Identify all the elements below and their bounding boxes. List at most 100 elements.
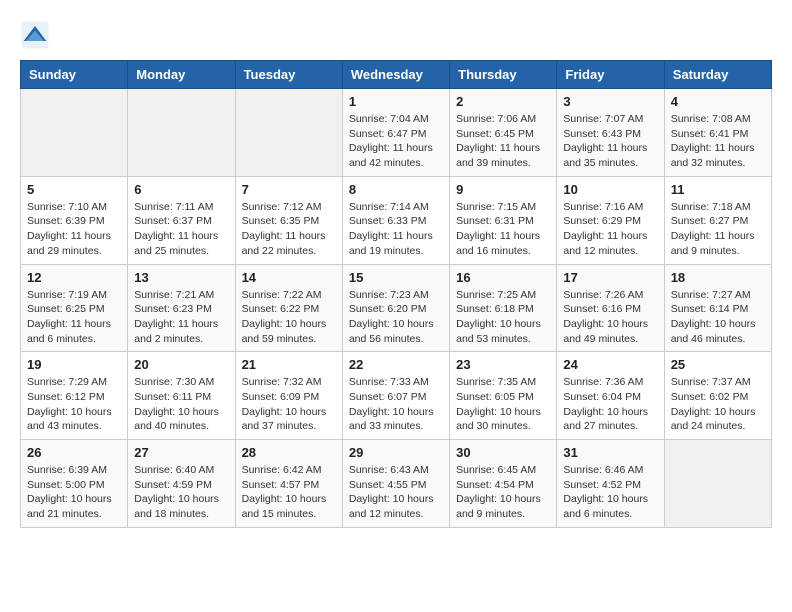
- day-number: 31: [563, 445, 657, 460]
- day-detail: Sunrise: 7:22 AM Sunset: 6:22 PM Dayligh…: [242, 288, 336, 347]
- logo: [20, 20, 54, 50]
- day-detail: Sunrise: 7:35 AM Sunset: 6:05 PM Dayligh…: [456, 375, 550, 434]
- calendar-cell: 21 Sunrise: 7:32 AM Sunset: 6:09 PM Dayli…: [235, 352, 342, 440]
- day-detail: Sunrise: 7:12 AM Sunset: 6:35 PM Dayligh…: [242, 200, 336, 259]
- calendar-cell: 5 Sunrise: 7:10 AM Sunset: 6:39 PM Daylig…: [21, 176, 128, 264]
- calendar-cell: 25 Sunrise: 7:37 AM Sunset: 6:02 PM Dayli…: [664, 352, 771, 440]
- page-header: [20, 20, 772, 50]
- calendar-cell: 31 Sunrise: 6:46 AM Sunset: 4:52 PM Dayli…: [557, 440, 664, 528]
- day-number: 17: [563, 270, 657, 285]
- day-number: 26: [27, 445, 121, 460]
- day-number: 18: [671, 270, 765, 285]
- day-number: 20: [134, 357, 228, 372]
- calendar-week-row: 12 Sunrise: 7:19 AM Sunset: 6:25 PM Dayli…: [21, 264, 772, 352]
- day-detail: Sunrise: 6:46 AM Sunset: 4:52 PM Dayligh…: [563, 463, 657, 522]
- calendar-cell: 27 Sunrise: 6:40 AM Sunset: 4:59 PM Dayli…: [128, 440, 235, 528]
- calendar-cell: [664, 440, 771, 528]
- calendar-cell: 4Sunrise: 7:08 AM Sunset: 6:41 PM Daylig…: [664, 89, 771, 177]
- calendar-cell: 9Sunrise: 7:15 AM Sunset: 6:31 PM Daylig…: [450, 176, 557, 264]
- calendar-cell: 13 Sunrise: 7:21 AM Sunset: 6:23 PM Dayli…: [128, 264, 235, 352]
- day-number: 24: [563, 357, 657, 372]
- day-number: 13: [134, 270, 228, 285]
- day-header-sunday: Sunday: [21, 61, 128, 89]
- day-number: 29: [349, 445, 443, 460]
- calendar-cell: 11 Sunrise: 7:18 AM Sunset: 6:27 PM Dayli…: [664, 176, 771, 264]
- calendar-week-row: 1Sunrise: 7:04 AM Sunset: 6:47 PM Daylig…: [21, 89, 772, 177]
- day-number: 23: [456, 357, 550, 372]
- day-header-friday: Friday: [557, 61, 664, 89]
- calendar-cell: 20 Sunrise: 7:30 AM Sunset: 6:11 PM Dayli…: [128, 352, 235, 440]
- day-number: 8: [349, 182, 443, 197]
- calendar-cell: 18 Sunrise: 7:27 AM Sunset: 6:14 PM Dayli…: [664, 264, 771, 352]
- day-number: 27: [134, 445, 228, 460]
- calendar-cell: [235, 89, 342, 177]
- day-number: 12: [27, 270, 121, 285]
- day-detail: Sunrise: 7:26 AM Sunset: 6:16 PM Dayligh…: [563, 288, 657, 347]
- day-detail: Sunrise: 7:29 AM Sunset: 6:12 PM Dayligh…: [27, 375, 121, 434]
- day-number: 11: [671, 182, 765, 197]
- day-header-tuesday: Tuesday: [235, 61, 342, 89]
- day-number: 28: [242, 445, 336, 460]
- day-detail: Sunrise: 7:10 AM Sunset: 6:39 PM Dayligh…: [27, 200, 121, 259]
- calendar-cell: 19Sunrise: 7:29 AM Sunset: 6:12 PM Dayli…: [21, 352, 128, 440]
- day-number: 16: [456, 270, 550, 285]
- day-detail: Sunrise: 7:32 AM Sunset: 6:09 PM Dayligh…: [242, 375, 336, 434]
- calendar-cell: 6Sunrise: 7:11 AM Sunset: 6:37 PM Daylig…: [128, 176, 235, 264]
- calendar-cell: 14 Sunrise: 7:22 AM Sunset: 6:22 PM Dayli…: [235, 264, 342, 352]
- calendar-cell: 15Sunrise: 7:23 AM Sunset: 6:20 PM Dayli…: [342, 264, 449, 352]
- calendar-cell: 8 Sunrise: 7:14 AM Sunset: 6:33 PM Daylig…: [342, 176, 449, 264]
- day-number: 21: [242, 357, 336, 372]
- day-detail: Sunrise: 7:14 AM Sunset: 6:33 PM Dayligh…: [349, 200, 443, 259]
- calendar-cell: 28 Sunrise: 6:42 AM Sunset: 4:57 PM Dayli…: [235, 440, 342, 528]
- day-detail: Sunrise: 7:37 AM Sunset: 6:02 PM Dayligh…: [671, 375, 765, 434]
- day-detail: Sunrise: 7:11 AM Sunset: 6:37 PM Dayligh…: [134, 200, 228, 259]
- day-number: 30: [456, 445, 550, 460]
- calendar-cell: 29 Sunrise: 6:43 AM Sunset: 4:55 PM Dayli…: [342, 440, 449, 528]
- calendar-cell: 22 Sunrise: 7:33 AM Sunset: 6:07 PM Dayli…: [342, 352, 449, 440]
- calendar-cell: 26 Sunrise: 6:39 AM Sunset: 5:00 PM Dayli…: [21, 440, 128, 528]
- day-detail: Sunrise: 7:36 AM Sunset: 6:04 PM Dayligh…: [563, 375, 657, 434]
- day-detail: Sunrise: 6:39 AM Sunset: 5:00 PM Dayligh…: [27, 463, 121, 522]
- day-detail: Sunrise: 7:15 AM Sunset: 6:31 PM Dayligh…: [456, 200, 550, 259]
- day-detail: Sunrise: 7:33 AM Sunset: 6:07 PM Dayligh…: [349, 375, 443, 434]
- day-detail: Sunrise: 6:42 AM Sunset: 4:57 PM Dayligh…: [242, 463, 336, 522]
- day-detail: Sunrise: 7:27 AM Sunset: 6:14 PM Dayligh…: [671, 288, 765, 347]
- day-detail: Sunrise: 7:30 AM Sunset: 6:11 PM Dayligh…: [134, 375, 228, 434]
- day-number: 3: [563, 94, 657, 109]
- day-number: 25: [671, 357, 765, 372]
- calendar-week-row: 26 Sunrise: 6:39 AM Sunset: 5:00 PM Dayli…: [21, 440, 772, 528]
- day-header-thursday: Thursday: [450, 61, 557, 89]
- day-detail: Sunrise: 7:25 AM Sunset: 6:18 PM Dayligh…: [456, 288, 550, 347]
- calendar-cell: 10 Sunrise: 7:16 AM Sunset: 6:29 PM Dayli…: [557, 176, 664, 264]
- day-detail: Sunrise: 7:21 AM Sunset: 6:23 PM Dayligh…: [134, 288, 228, 347]
- day-detail: Sunrise: 7:23 AM Sunset: 6:20 PM Dayligh…: [349, 288, 443, 347]
- day-detail: Sunrise: 7:19 AM Sunset: 6:25 PM Dayligh…: [27, 288, 121, 347]
- day-number: 5: [27, 182, 121, 197]
- calendar-week-row: 5 Sunrise: 7:10 AM Sunset: 6:39 PM Daylig…: [21, 176, 772, 264]
- day-header-saturday: Saturday: [664, 61, 771, 89]
- calendar-cell: 1Sunrise: 7:04 AM Sunset: 6:47 PM Daylig…: [342, 89, 449, 177]
- calendar-cell: 7 Sunrise: 7:12 AM Sunset: 6:35 PM Daylig…: [235, 176, 342, 264]
- day-number: 14: [242, 270, 336, 285]
- calendar-cell: 12 Sunrise: 7:19 AM Sunset: 6:25 PM Dayli…: [21, 264, 128, 352]
- day-detail: Sunrise: 7:07 AM Sunset: 6:43 PM Dayligh…: [563, 112, 657, 171]
- calendar-cell: 23 Sunrise: 7:35 AM Sunset: 6:05 PM Dayli…: [450, 352, 557, 440]
- calendar-cell: 24 Sunrise: 7:36 AM Sunset: 6:04 PM Dayli…: [557, 352, 664, 440]
- day-detail: Sunrise: 7:16 AM Sunset: 6:29 PM Dayligh…: [563, 200, 657, 259]
- calendar-week-row: 19Sunrise: 7:29 AM Sunset: 6:12 PM Dayli…: [21, 352, 772, 440]
- day-number: 10: [563, 182, 657, 197]
- day-number: 7: [242, 182, 336, 197]
- day-number: 22: [349, 357, 443, 372]
- calendar-cell: 3 Sunrise: 7:07 AM Sunset: 6:43 PM Daylig…: [557, 89, 664, 177]
- day-detail: Sunrise: 6:43 AM Sunset: 4:55 PM Dayligh…: [349, 463, 443, 522]
- day-detail: Sunrise: 7:04 AM Sunset: 6:47 PM Dayligh…: [349, 112, 443, 171]
- day-detail: Sunrise: 7:18 AM Sunset: 6:27 PM Dayligh…: [671, 200, 765, 259]
- calendar-table: SundayMondayTuesdayWednesdayThursdayFrid…: [20, 60, 772, 528]
- calendar-cell: 17 Sunrise: 7:26 AM Sunset: 6:16 PM Dayli…: [557, 264, 664, 352]
- day-number: 2: [456, 94, 550, 109]
- day-detail: Sunrise: 6:45 AM Sunset: 4:54 PM Dayligh…: [456, 463, 550, 522]
- calendar-cell: [21, 89, 128, 177]
- calendar-cell: [128, 89, 235, 177]
- day-header-monday: Monday: [128, 61, 235, 89]
- day-detail: Sunrise: 6:40 AM Sunset: 4:59 PM Dayligh…: [134, 463, 228, 522]
